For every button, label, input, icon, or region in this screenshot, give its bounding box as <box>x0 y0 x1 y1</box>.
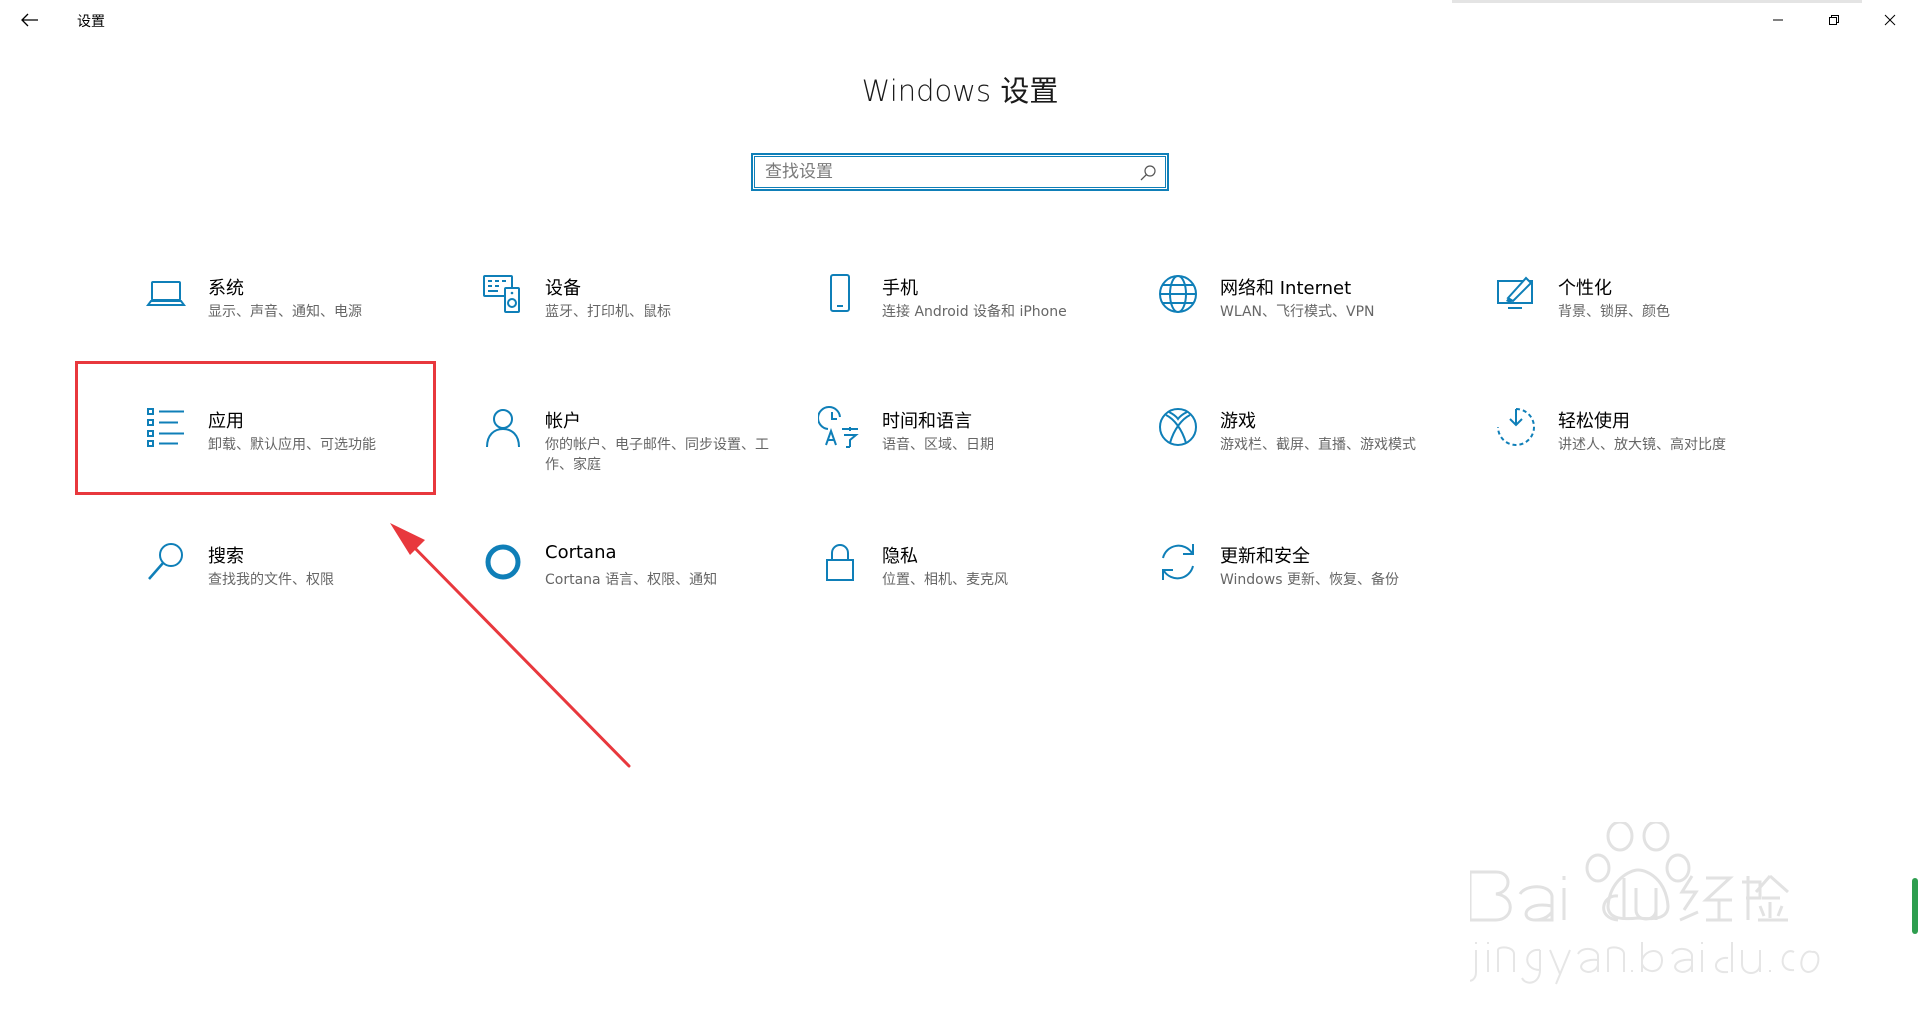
cortana-icon <box>481 540 525 584</box>
person-icon <box>481 405 525 449</box>
tile-title: 系统 <box>208 278 244 299</box>
tile-accounts[interactable]: 帐户 你的帐户、电子邮件、同步设置、工作、家庭 <box>481 405 801 505</box>
tile-cortana[interactable]: Cortana Cortana 语言、权限、通知 <box>481 540 801 640</box>
tile-title: 更新和安全 <box>1220 546 1310 567</box>
tile-description: Windows 更新、恢复、备份 <box>1220 572 1399 588</box>
tile-title: 手机 <box>882 278 918 299</box>
laptop-icon <box>144 272 188 316</box>
tile-description: 显示、声音、通知、电源 <box>208 304 362 320</box>
time-language-icon <box>818 405 862 449</box>
tile-description: 背景、锁屏、颜色 <box>1558 304 1670 320</box>
tile-title: 隐私 <box>882 546 918 567</box>
search-input[interactable] <box>765 159 1105 185</box>
scroll-indicator[interactable] <box>1912 878 1918 934</box>
ease-of-access-icon <box>1494 405 1538 449</box>
xbox-icon <box>1156 405 1200 449</box>
tile-title: 搜索 <box>208 546 244 567</box>
tile-description: 游戏栏、截屏、直播、游戏模式 <box>1220 437 1416 453</box>
tile-ease-of-access[interactable]: 轻松使用 讲述人、放大镜、高对比度 <box>1494 405 1814 505</box>
tile-devices[interactable]: 设备 蓝牙、打印机、鼠标 <box>481 272 801 372</box>
search-icon[interactable] <box>1139 164 1157 182</box>
baidu-watermark <box>1470 822 1820 985</box>
tile-description: 蓝牙、打印机、鼠标 <box>545 304 671 320</box>
minimize-icon <box>1773 19 1783 21</box>
lock-icon <box>818 540 862 584</box>
tile-time-language[interactable]: 时间和语言 语音、区域、日期 <box>818 405 1138 505</box>
close-icon <box>1884 14 1896 26</box>
tile-update-security[interactable]: 更新和安全 Windows 更新、恢复、备份 <box>1156 540 1476 640</box>
minimize-button[interactable] <box>1750 0 1806 40</box>
tile-title: 网络和 Internet <box>1220 278 1352 299</box>
tile-title: 轻松使用 <box>1558 411 1630 432</box>
close-button[interactable] <box>1862 0 1918 40</box>
tile-title: 游戏 <box>1220 411 1256 432</box>
tile-description: Cortana 语言、权限、通知 <box>545 572 718 588</box>
tile-search[interactable]: 搜索 查找我的文件、权限 <box>144 540 464 640</box>
tile-system[interactable]: 系统 显示、声音、通知、电源 <box>144 272 464 372</box>
update-icon <box>1156 540 1200 584</box>
personalization-icon <box>1494 272 1538 316</box>
window-title: 设置 <box>77 14 105 30</box>
tile-title: 帐户 <box>545 411 581 432</box>
restore-button[interactable] <box>1806 0 1862 40</box>
search-magnifier-icon <box>144 540 188 584</box>
tile-network[interactable]: 网络和 Internet WLAN、飞行模式、VPN <box>1156 272 1476 372</box>
back-arrow-icon <box>21 13 38 27</box>
tile-title: 设备 <box>545 278 581 299</box>
back-button[interactable] <box>14 6 46 34</box>
tile-description: 你的帐户、电子邮件、同步设置、工作、家庭 <box>545 437 769 473</box>
tile-description: 查找我的文件、权限 <box>208 572 334 588</box>
tile-description: 讲述人、放大镜、高对比度 <box>1558 437 1726 453</box>
search-box[interactable] <box>751 153 1169 191</box>
tile-privacy[interactable]: 隐私 位置、相机、麦克风 <box>818 540 1138 640</box>
restore-icon <box>1829 15 1839 25</box>
tile-description: 位置、相机、麦克风 <box>882 572 1008 588</box>
tile-gaming[interactable]: 游戏 游戏栏、截屏、直播、游戏模式 <box>1156 405 1476 505</box>
page-title: Windows 设置 <box>861 74 1059 108</box>
tile-description: 连接 Android 设备和 iPhone <box>882 304 1067 320</box>
settings-window: 设置 Windows 设置 查找设置 系统 显示、声音、通知、电源 设备 蓝牙、… <box>0 0 1920 1030</box>
phone-icon <box>818 272 862 316</box>
devices-icon <box>481 272 525 316</box>
globe-icon <box>1156 272 1200 316</box>
tile-phone[interactable]: 手机 连接 Android 设备和 iPhone <box>818 272 1138 372</box>
tile-description: WLAN、飞行模式、VPN <box>1220 304 1375 320</box>
tile-title: Cortana <box>545 542 617 563</box>
annotation-highlight-box <box>75 361 436 495</box>
tile-title: 个性化 <box>1558 278 1612 299</box>
tile-personalization[interactable]: 个性化 背景、锁屏、颜色 <box>1494 272 1814 372</box>
title-bar: 设置 <box>0 0 1920 40</box>
tile-description: 语音、区域、日期 <box>882 437 994 453</box>
tile-title: 时间和语言 <box>882 411 972 432</box>
